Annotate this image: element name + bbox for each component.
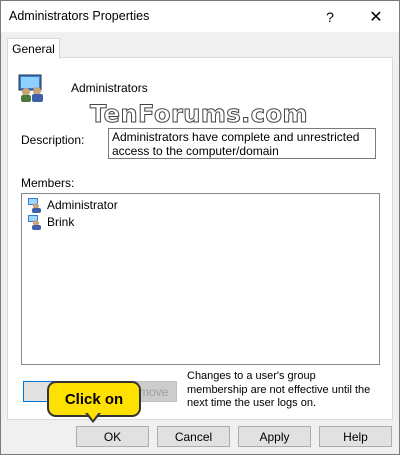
group-icon bbox=[18, 74, 43, 102]
help-icon: ? bbox=[326, 8, 334, 25]
title-bar: Administrators Properties ? ✕ bbox=[1, 1, 399, 32]
members-list[interactable]: Administrator Brink bbox=[21, 193, 380, 365]
member-name: Brink bbox=[47, 214, 75, 229]
callout-pointer-fill bbox=[87, 412, 99, 420]
membership-note: Changes to a user's group membership are… bbox=[187, 370, 371, 409]
members-label: Members: bbox=[21, 176, 75, 190]
watermark-logo: TenForums.com bbox=[89, 100, 309, 129]
help-title-button[interactable]: ? bbox=[307, 1, 353, 32]
user-icon bbox=[28, 214, 41, 230]
member-name: Administrator bbox=[47, 197, 118, 212]
group-name: Administrators bbox=[71, 81, 148, 95]
description-label: Description: bbox=[21, 133, 85, 147]
tab-general[interactable]: General bbox=[7, 38, 60, 59]
ok-button[interactable]: OK bbox=[76, 426, 149, 447]
description-field[interactable]: Administrators have complete and unrestr… bbox=[108, 128, 376, 159]
tab-general-label: General bbox=[12, 42, 55, 56]
close-button[interactable]: ✕ bbox=[353, 1, 399, 32]
help-button[interactable]: Help bbox=[319, 426, 392, 447]
close-icon: ✕ bbox=[369, 8, 383, 26]
cancel-button[interactable]: Cancel bbox=[157, 426, 230, 447]
apply-button[interactable]: Apply bbox=[238, 426, 311, 447]
list-item[interactable]: Brink bbox=[27, 213, 74, 230]
window-title: Administrators Properties bbox=[9, 9, 150, 23]
list-item[interactable]: Administrator bbox=[27, 196, 118, 213]
user-icon bbox=[28, 197, 41, 213]
